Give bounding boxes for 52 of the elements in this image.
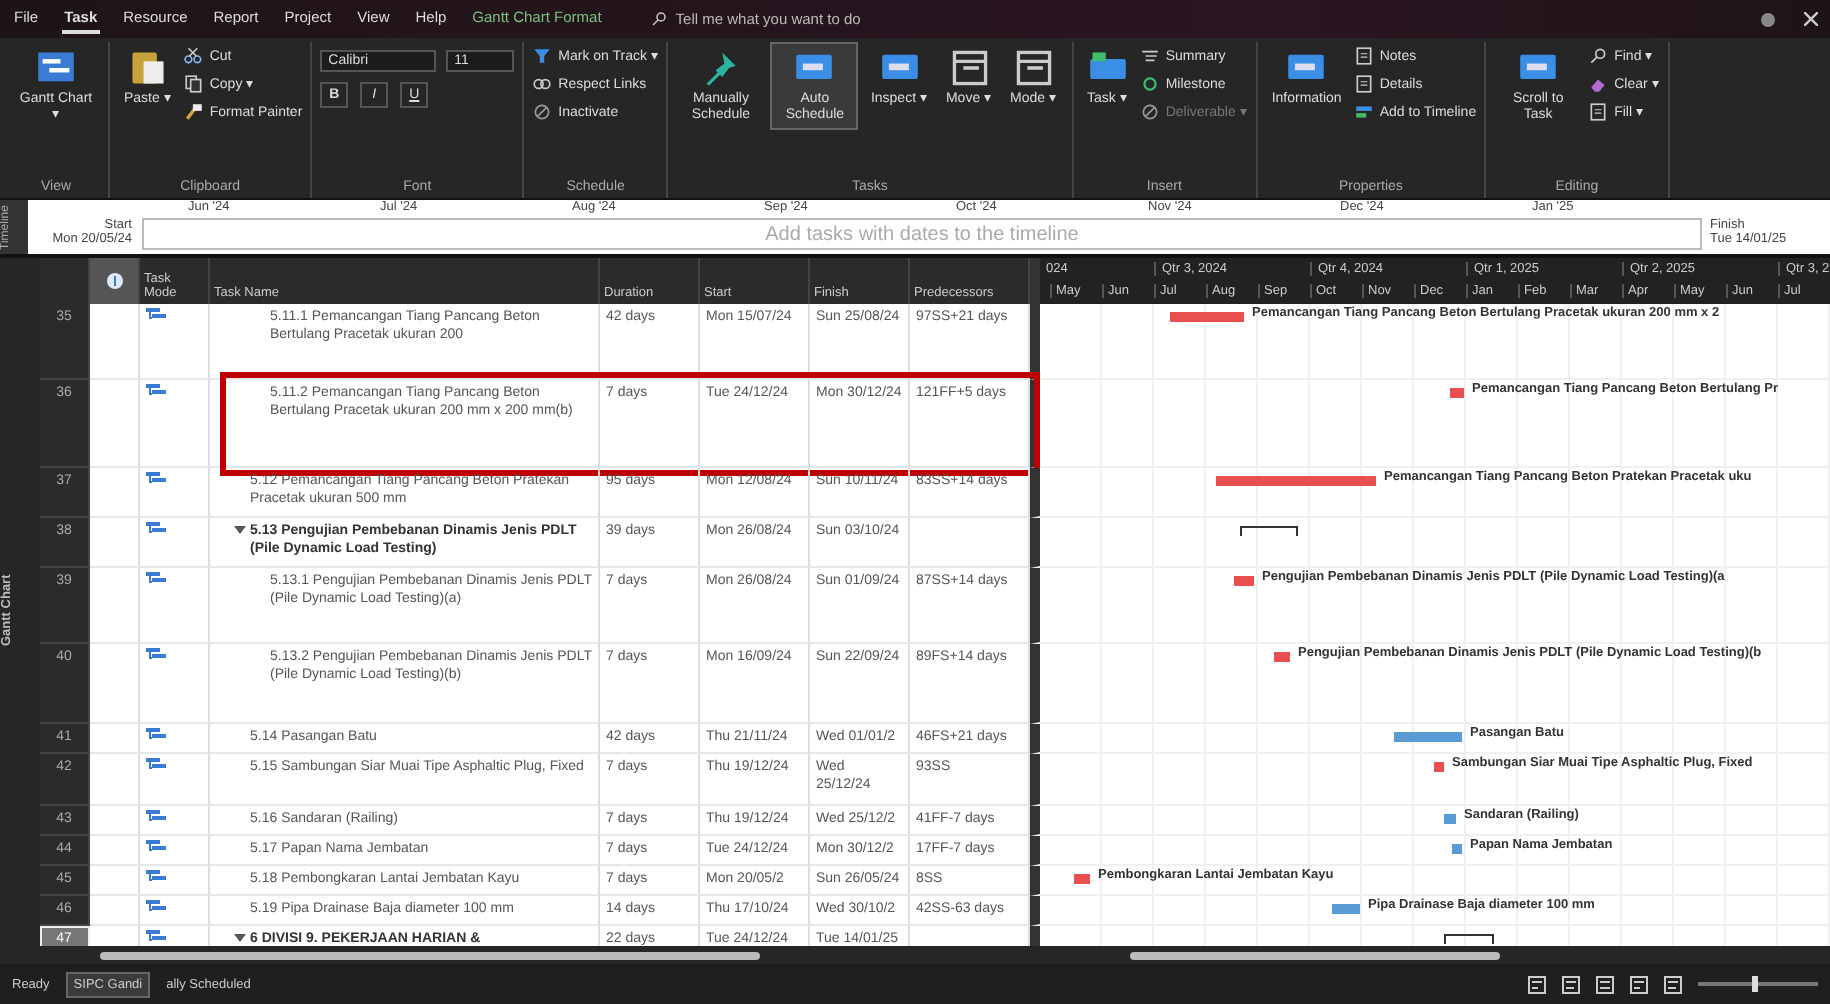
task-bar[interactable] xyxy=(1434,762,1444,773)
auto-schedule-icon xyxy=(146,728,166,742)
predecessors-cell xyxy=(910,518,1030,568)
task-bar[interactable] xyxy=(1444,814,1456,825)
view-icon[interactable] xyxy=(1596,975,1614,993)
auto-schedule-icon xyxy=(146,900,166,915)
summary-icon xyxy=(1139,46,1160,66)
milestone-icon xyxy=(1139,74,1160,94)
auto-schedule-icon xyxy=(146,758,166,773)
slider-thumb[interactable] xyxy=(1752,976,1758,992)
search-icon xyxy=(649,10,668,28)
account-icon[interactable] xyxy=(1760,11,1776,27)
task-bar[interactable] xyxy=(1332,904,1360,915)
search-icon xyxy=(1588,46,1609,66)
auto-schedule-icon xyxy=(146,572,166,586)
calendar-icon xyxy=(949,48,989,88)
task-bar[interactable] xyxy=(1074,874,1090,885)
inactive-icon xyxy=(532,102,553,122)
view-icon[interactable] xyxy=(1664,975,1682,993)
auto-schedule-icon xyxy=(146,840,166,855)
auto-schedule-icon xyxy=(146,384,166,398)
scroll-thumb[interactable] xyxy=(1130,951,1500,959)
auto-schedule-icon xyxy=(146,472,166,486)
auto-schedule-icon xyxy=(146,648,166,662)
auto-schedule-icon xyxy=(146,870,166,885)
close-icon[interactable] xyxy=(1804,12,1818,26)
auto-schedule-icon xyxy=(146,810,166,825)
document-icon xyxy=(1353,46,1374,66)
auto-schedule-icon xyxy=(146,308,166,322)
auto-schedule-icon xyxy=(146,930,166,945)
document-icon xyxy=(1588,102,1609,122)
copy-icon xyxy=(183,74,204,94)
view-icon[interactable] xyxy=(1630,975,1648,993)
auto-schedule-icon xyxy=(146,522,166,536)
calendar-icon xyxy=(1013,48,1054,88)
scissors-icon xyxy=(183,46,204,66)
summary-bracket xyxy=(1444,934,1494,945)
scroll-thumb[interactable] xyxy=(100,951,760,959)
collapse-icon[interactable] xyxy=(234,524,246,536)
info-icon xyxy=(105,272,123,290)
link-icon xyxy=(532,74,553,94)
inactive-icon xyxy=(1139,102,1160,122)
timeline-icon xyxy=(1353,102,1374,122)
task-bar[interactable] xyxy=(1452,844,1462,855)
document-icon xyxy=(1353,74,1374,94)
view-icon[interactable] xyxy=(1562,975,1580,993)
collapse-icon[interactable] xyxy=(234,932,246,945)
eraser-icon xyxy=(1588,74,1609,94)
brush-icon xyxy=(183,102,204,122)
view-icon[interactable] xyxy=(1528,975,1546,993)
clipboard-icon xyxy=(127,48,168,88)
summary-bracket xyxy=(1240,526,1298,536)
